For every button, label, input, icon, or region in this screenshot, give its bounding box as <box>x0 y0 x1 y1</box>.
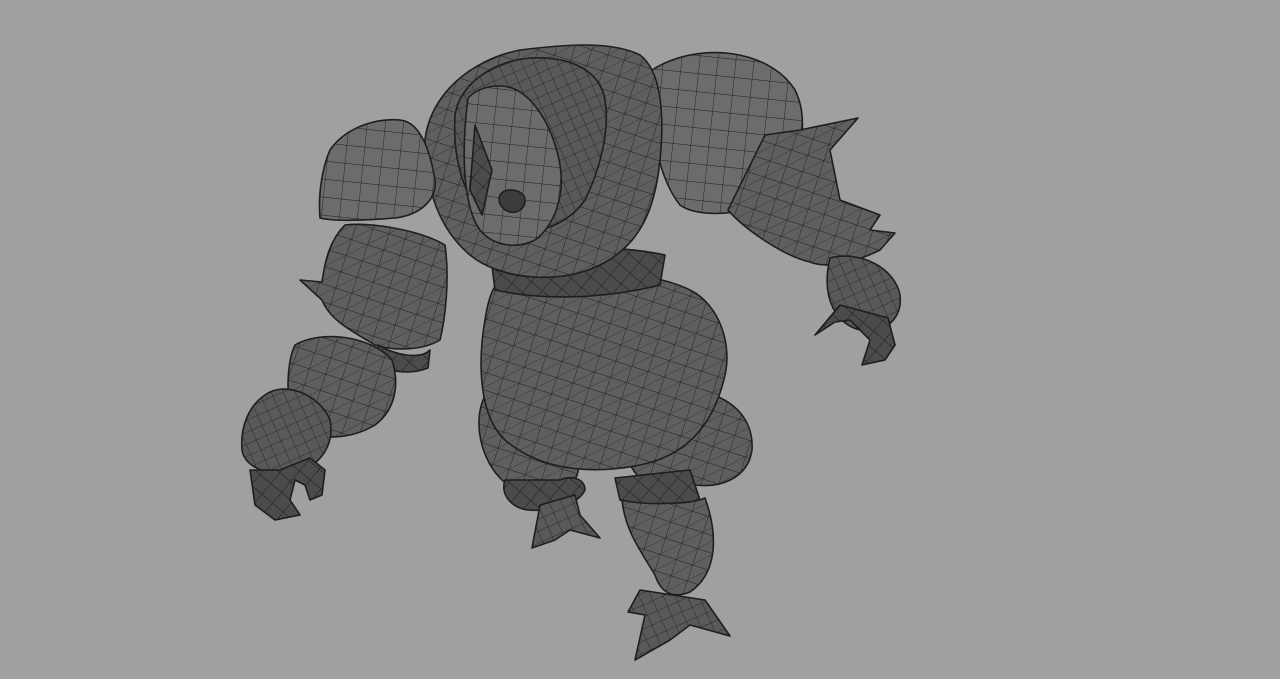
left-shoulder[interactable] <box>318 118 436 222</box>
left-arm[interactable] <box>240 223 448 521</box>
character-model[interactable] <box>0 0 1280 679</box>
torso[interactable] <box>480 245 728 471</box>
3d-viewport[interactable] <box>0 0 1280 679</box>
